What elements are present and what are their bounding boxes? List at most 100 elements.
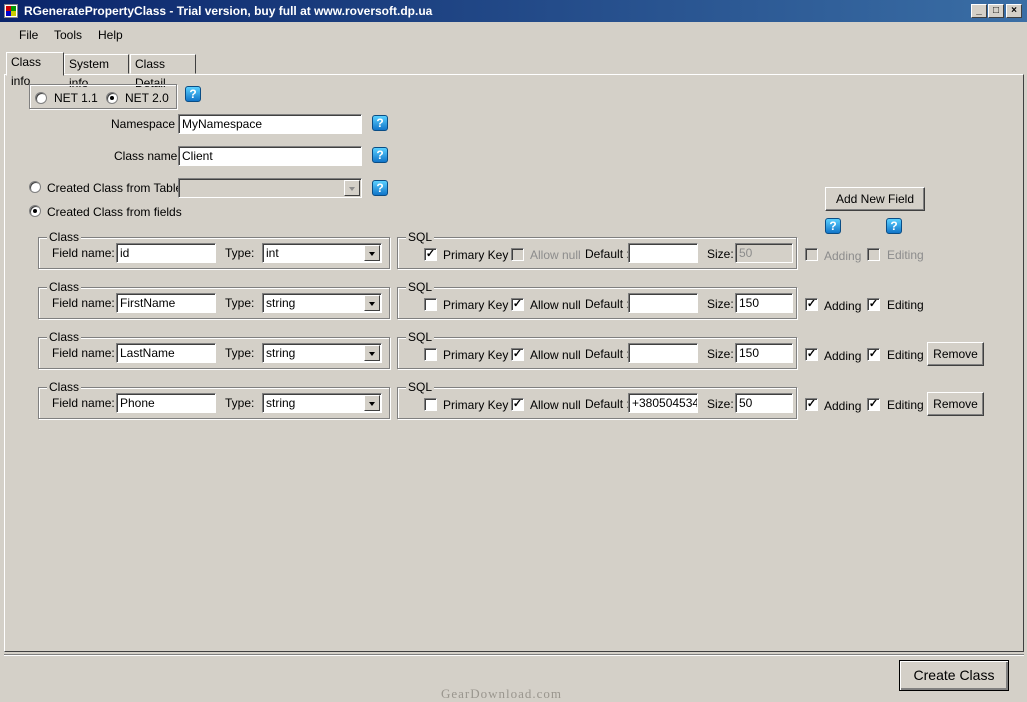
chevron-down-icon[interactable] — [344, 180, 360, 196]
type-select[interactable]: string — [262, 393, 382, 413]
chevron-down-icon[interactable] — [364, 345, 380, 361]
primary-key-label: Primary Key — [443, 248, 509, 262]
field-name-label: Field name: — [52, 296, 115, 310]
classname-input[interactable]: Client — [178, 146, 362, 166]
allow-null-label: Allow null — [530, 348, 581, 362]
primary-key-checkbox[interactable] — [424, 348, 437, 361]
help-question-icon[interactable]: ? — [372, 115, 388, 131]
title-bar: RGeneratePropertyClass - Trial version, … — [0, 0, 1027, 22]
adding-checkbox[interactable]: ✓ — [805, 348, 818, 361]
default-input[interactable] — [628, 293, 698, 313]
allow-null-checkbox[interactable] — [511, 248, 524, 261]
primary-key-checkbox[interactable]: ✓ — [424, 248, 437, 261]
type-label: Type: — [225, 296, 255, 310]
type-select[interactable]: string — [262, 343, 382, 363]
create-class-button[interactable]: Create Class — [899, 660, 1009, 691]
field-name-input[interactable]: LastName — [116, 343, 216, 363]
help-question-icon[interactable]: ? — [825, 218, 841, 234]
class-legend: Class — [47, 230, 82, 244]
allow-null-label: Allow null — [530, 298, 581, 312]
chevron-down-icon[interactable] — [364, 395, 380, 411]
size-label: Size: — [707, 247, 734, 261]
remove-field-button[interactable]: Remove — [927, 392, 984, 416]
adding-checkbox[interactable]: ✓ — [805, 398, 818, 411]
tab-system-info[interactable]: System info — [64, 54, 129, 90]
close-icon[interactable]: × — [1006, 4, 1022, 18]
primary-key-label: Primary Key — [443, 298, 509, 312]
field-name-label: Field name: — [52, 396, 115, 410]
adding-label: Adding — [824, 399, 862, 413]
field-name-label: Field name: — [52, 246, 115, 260]
default-label: Default : — [585, 347, 630, 361]
help-question-icon[interactable]: ? — [185, 86, 201, 102]
help-question-icon[interactable]: ? — [372, 147, 388, 163]
menu-help[interactable]: Help — [98, 28, 123, 42]
primary-key-label: Primary Key — [443, 348, 509, 362]
default-label: Default : — [585, 297, 630, 311]
remove-field-button[interactable]: Remove — [927, 342, 984, 366]
size-label: Size: — [707, 347, 734, 361]
editing-label: Editing — [887, 348, 924, 362]
from-table-radio[interactable] — [29, 181, 41, 193]
type-select-value: int — [266, 246, 279, 260]
from-fields-label: Created Class from fields — [47, 205, 182, 219]
size-input[interactable]: 150 — [735, 293, 793, 313]
class-legend: Class — [47, 280, 82, 294]
type-select[interactable]: string — [262, 293, 382, 313]
allow-null-checkbox[interactable]: ✓ — [511, 348, 524, 361]
adding-label: Adding — [824, 349, 862, 363]
bottom-separator — [4, 654, 1024, 656]
allow-null-checkbox[interactable]: ✓ — [511, 398, 524, 411]
add-new-field-button[interactable]: Add New Field — [825, 187, 925, 211]
net20-radio[interactable] — [106, 92, 118, 104]
net11-radio[interactable] — [35, 92, 47, 104]
chevron-down-icon[interactable] — [364, 295, 380, 311]
from-table-label: Created Class from Table — [47, 181, 183, 195]
chevron-down-icon[interactable] — [364, 245, 380, 261]
maximize-icon[interactable]: □ — [988, 4, 1004, 18]
editing-checkbox[interactable] — [867, 248, 880, 261]
allow-null-label: Allow null — [530, 398, 581, 412]
tab-class-info[interactable]: Class info — [6, 52, 64, 88]
tab-class-detail[interactable]: Class Detail — [130, 54, 196, 90]
table-select[interactable] — [178, 178, 362, 198]
field-name-label: Field name: — [52, 346, 115, 360]
allow-null-checkbox[interactable]: ✓ — [511, 298, 524, 311]
size-input[interactable]: 50 — [735, 393, 793, 413]
minimize-icon[interactable]: _ — [971, 4, 987, 18]
adding-checkbox[interactable] — [805, 248, 818, 261]
help-question-icon[interactable]: ? — [372, 180, 388, 196]
type-select[interactable]: int — [262, 243, 382, 263]
field-name-input[interactable]: FirstName — [116, 293, 216, 313]
default-input[interactable]: +380504534 — [628, 393, 698, 413]
sql-legend: SQL — [406, 280, 435, 294]
adding-checkbox[interactable]: ✓ — [805, 298, 818, 311]
app-icon[interactable] — [4, 4, 18, 18]
size-input[interactable]: 150 — [735, 343, 793, 363]
primary-key-checkbox[interactable] — [424, 398, 437, 411]
allow-null-label: Allow null — [530, 248, 581, 262]
primary-key-checkbox[interactable] — [424, 298, 437, 311]
from-fields-radio[interactable] — [29, 205, 41, 217]
class-legend: Class — [47, 330, 82, 344]
default-label: Default : — [585, 397, 630, 411]
help-question-icon[interactable]: ? — [886, 218, 902, 234]
editing-checkbox[interactable]: ✓ — [867, 398, 880, 411]
menu-file[interactable]: File — [19, 28, 38, 42]
size-label: Size: — [707, 397, 734, 411]
menu-tools[interactable]: Tools — [54, 28, 82, 42]
size-input[interactable]: 50 — [735, 243, 793, 263]
field-name-input[interactable]: Phone — [116, 393, 216, 413]
editing-checkbox[interactable]: ✓ — [867, 348, 880, 361]
field-name-input[interactable]: id — [116, 243, 216, 263]
editing-checkbox[interactable]: ✓ — [867, 298, 880, 311]
default-input[interactable] — [628, 243, 698, 263]
default-input[interactable] — [628, 343, 698, 363]
sql-legend: SQL — [406, 230, 435, 244]
adding-label: Adding — [824, 249, 862, 263]
window-title: RGeneratePropertyClass - Trial version, … — [24, 4, 433, 18]
type-label: Type: — [225, 396, 255, 410]
namespace-input[interactable]: MyNamespace — [178, 114, 362, 134]
net20-label: NET 2.0 — [125, 91, 169, 105]
primary-key-label: Primary Key — [443, 398, 509, 412]
